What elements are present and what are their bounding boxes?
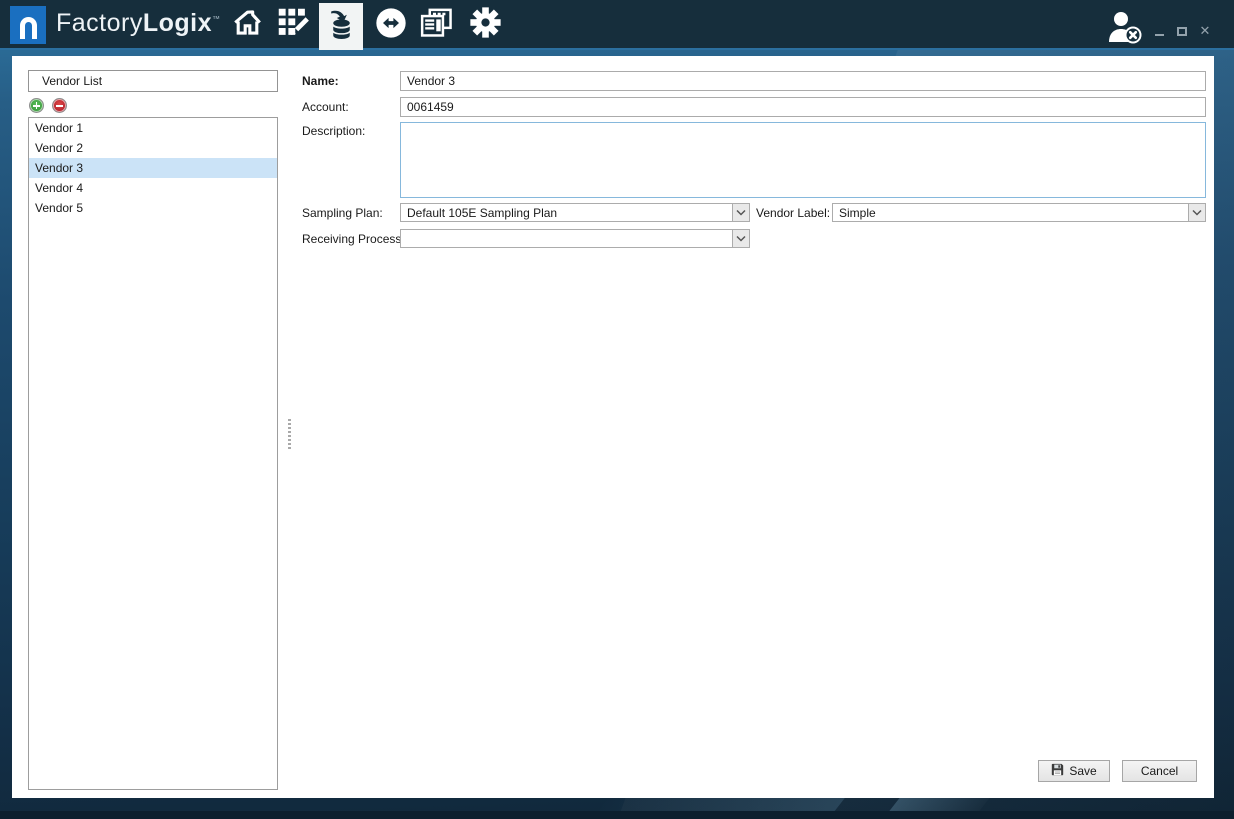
vendor-list-item[interactable]: Vendor 4 (29, 178, 277, 198)
save-icon (1051, 763, 1064, 779)
app-title: FactoryLogix™ (56, 9, 221, 38)
account-input[interactable] (400, 97, 1206, 117)
vendor-list: Vendor 1 Vendor 2 Vendor 3 Vendor 4 Vendor 5 (28, 117, 278, 790)
database-receive-icon (325, 8, 358, 46)
nav-transfer-button[interactable] (369, 0, 413, 50)
grid-pencil-icon (276, 6, 309, 44)
brand-bold: Logix (142, 9, 213, 37)
cancel-button[interactable]: Cancel (1122, 760, 1197, 782)
cancel-label: Cancel (1140, 764, 1179, 778)
save-button[interactable]: Save (1038, 760, 1110, 782)
name-label: Name: (302, 74, 339, 88)
sampling-plan-dropdown[interactable]: Default 105E Sampling Plan (400, 203, 750, 222)
vendor-label-value: Simple (839, 205, 876, 220)
documents-icon (418, 6, 454, 45)
panel-splitter-grip[interactable] (288, 419, 291, 449)
account-label: Account: (302, 100, 349, 114)
titlebar: FactoryLogix™ ✕ (0, 0, 1234, 50)
vendor-list-item[interactable]: Vendor 1 (29, 118, 277, 138)
description-textarea[interactable] (400, 122, 1206, 198)
name-input[interactable] (400, 71, 1206, 91)
receiving-process-dropdown[interactable] (400, 229, 750, 248)
add-vendor-button[interactable] (29, 98, 44, 113)
logo-n-glyph (19, 17, 37, 39)
transfer-arrows-icon (375, 7, 407, 44)
remove-vendor-button[interactable] (52, 98, 67, 113)
gear-icon (469, 6, 502, 44)
save-label: Save (1069, 764, 1097, 778)
nav-warehouse-button-active[interactable] (319, 3, 363, 50)
vendor-list-item[interactable]: Vendor 5 (29, 198, 277, 218)
nav-settings-button[interactable] (463, 0, 507, 50)
minimize-button[interactable] (1149, 22, 1169, 40)
user-logout-icon (1104, 12, 1146, 48)
factorylogix-logo (10, 6, 46, 44)
vendor-list-title: Vendor List (42, 74, 103, 88)
nav-production-button[interactable] (270, 0, 314, 50)
chevron-down-icon (1188, 204, 1205, 221)
close-button[interactable]: ✕ (1195, 22, 1215, 40)
description-label: Description: (302, 124, 366, 138)
user-logout-button[interactable] (1104, 10, 1146, 44)
nav-documents-button[interactable] (414, 0, 458, 50)
nav-home-button[interactable] (225, 0, 269, 50)
vendor-list-toolbar (29, 98, 279, 116)
vendor-list-item[interactable]: Vendor 3 (29, 158, 277, 178)
sampling-plan-label: Sampling Plan: (302, 206, 383, 220)
receiving-process-label: Receiving Process: (302, 232, 405, 246)
vendor-list-item[interactable]: Vendor 2 (29, 138, 277, 158)
vendor-list-header: Vendor List (28, 70, 278, 92)
vendor-label-label: Vendor Label: (756, 206, 831, 220)
home-icon (232, 7, 263, 43)
chevron-down-icon (732, 204, 749, 221)
brand-light: Factory (56, 9, 143, 37)
vendor-label-dropdown[interactable]: Simple (832, 203, 1206, 222)
trademark: ™ (212, 14, 221, 24)
chevron-down-icon (732, 230, 749, 247)
vendor-editor-panel: Vendor List Vendor 1 Vendor 2 Vendor 3 Vend… (12, 56, 1214, 798)
maximize-button[interactable] (1172, 22, 1192, 40)
sampling-plan-value: Default 105E Sampling Plan (407, 205, 558, 220)
